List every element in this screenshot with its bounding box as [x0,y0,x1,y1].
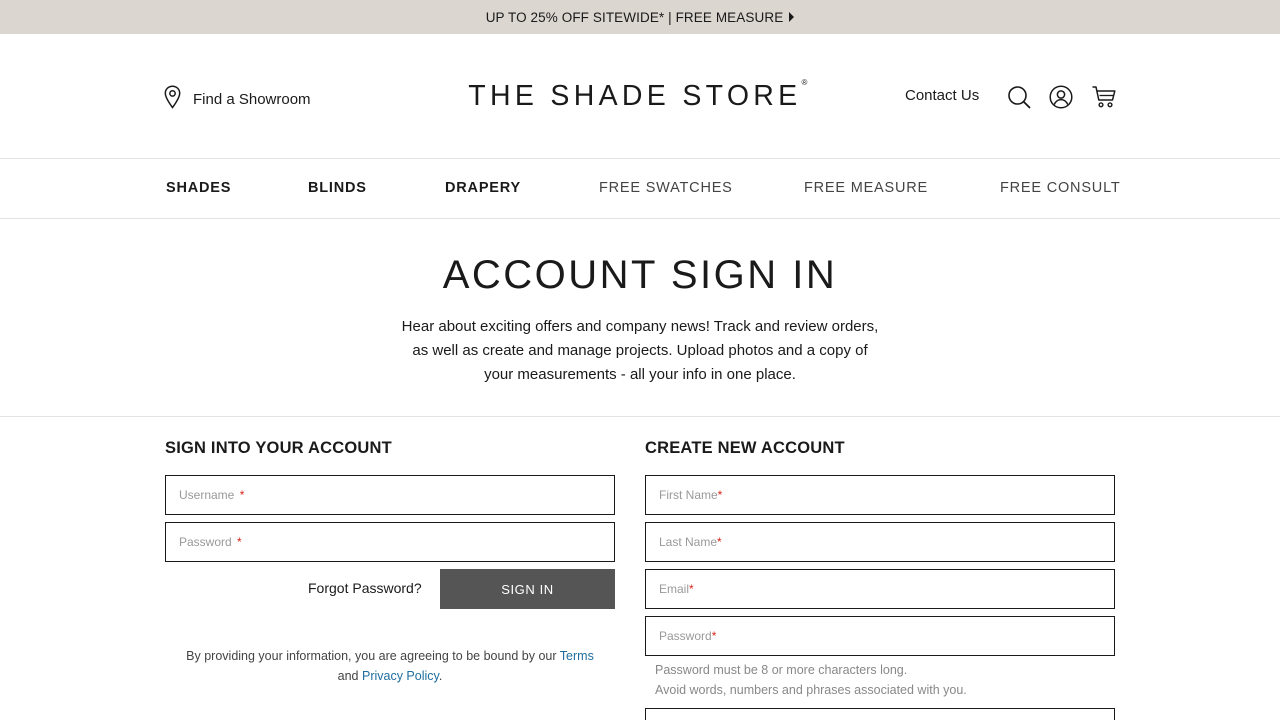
account-icon[interactable] [1048,84,1074,110]
nav-item-shades[interactable]: SHADES [166,180,231,196]
last-name-placeholder: Last Name* [659,535,722,549]
caret-right-icon [789,12,795,22]
email-placeholder: Email* [659,582,694,596]
page-title: ACCOUNT SIGN IN [442,253,838,297]
username-placeholder: Username * [179,488,245,502]
password-input[interactable]: Password * [165,522,615,562]
nav-item-free-swatches[interactable]: FREE SWATCHES [599,180,733,196]
find-showroom-label: Find a Showroom [193,91,311,108]
main-nav: SHADES BLINDS DRAPERY FREE SWATCHES FREE… [0,158,1280,219]
promo-bar: UP TO 25% OFF SITEWIDE* | FREE MEASURE [0,0,1280,34]
email-input[interactable]: Email* [645,569,1115,609]
forgot-password-link[interactable]: Forgot Password? [308,580,422,596]
contact-us-link[interactable]: Contact Us [905,87,979,104]
first-name-placeholder: First Name* [659,488,723,502]
privacy-policy-link[interactable]: Privacy Policy [362,669,439,683]
logo[interactable]: THE SHADE STORE® [459,77,821,112]
nav-item-free-consult[interactable]: FREE CONSULT [1000,180,1121,196]
password-hint-length: Password must be 8 or more characters lo… [655,663,908,677]
nav-item-blinds[interactable]: BLINDS [308,180,367,196]
last-name-input[interactable]: Last Name* [645,522,1115,562]
promo-link[interactable]: UP TO 25% OFF SITEWIDE* | FREE MEASURE [486,10,795,25]
terms-link[interactable]: Terms [560,649,594,663]
cart-icon[interactable] [1091,84,1117,110]
first-name-input[interactable]: First Name* [645,475,1115,515]
confirm-password-input[interactable] [645,708,1115,720]
create-account-title: CREATE NEW ACCOUNT [645,439,845,457]
password-hint-avoid: Avoid words, numbers and phrases associa… [655,683,967,697]
site-header: Find a Showroom THE SHADE STORE® Contact… [0,34,1280,158]
map-pin-icon [164,85,181,114]
username-input[interactable]: Username * [165,475,615,515]
sign-in-button[interactable]: SIGN IN [440,569,615,609]
new-password-input[interactable]: Password* [645,616,1115,656]
promo-text: UP TO 25% OFF SITEWIDE* | FREE MEASURE [485,9,784,25]
signin-title: SIGN INTO YOUR ACCOUNT [165,439,392,457]
find-showroom-link[interactable]: Find a Showroom [164,85,311,114]
nav-item-free-measure[interactable]: FREE MEASURE [804,180,928,196]
search-icon[interactable] [1006,84,1032,110]
nav-item-drapery[interactable]: DRAPERY [445,180,521,196]
logo-text: THE SHADE STORE® [468,77,812,112]
legal-notice: By providing your information, you are a… [186,649,594,683]
new-password-placeholder: Password* [659,629,717,643]
password-placeholder: Password * [179,535,242,549]
hero-description: Hear about exciting offers and company n… [401,318,879,383]
hero-section: ACCOUNT SIGN IN Hear about exciting offe… [0,219,1280,417]
